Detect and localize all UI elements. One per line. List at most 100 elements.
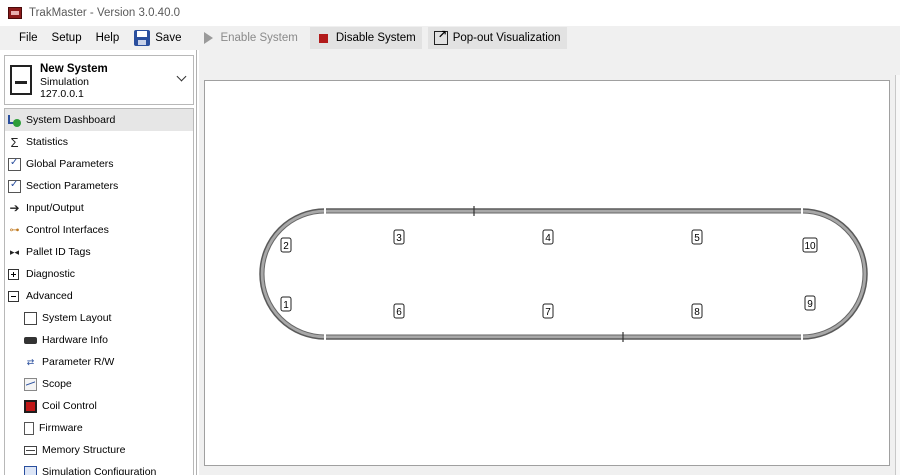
app-logo-icon bbox=[8, 7, 22, 19]
section-label-8[interactable]: 8 bbox=[691, 303, 703, 319]
section-label-2[interactable]: 2 bbox=[280, 237, 292, 253]
nav-item-label: Global Parameters bbox=[26, 158, 114, 170]
checkbox-icon bbox=[8, 157, 21, 171]
right-scroll-strip bbox=[895, 75, 900, 475]
nav-item-statistics[interactable]: Σ Statistics bbox=[5, 131, 193, 153]
track-outer-rail bbox=[260, 209, 867, 339]
sigma-icon: Σ bbox=[10, 134, 19, 150]
section-label-1[interactable]: 1 bbox=[280, 296, 292, 312]
section-label-9[interactable]: 9 bbox=[804, 295, 816, 311]
svg-text:2: 2 bbox=[283, 241, 289, 252]
svg-text:1: 1 bbox=[283, 300, 289, 311]
controller-icon bbox=[10, 65, 32, 95]
layout-icon bbox=[24, 311, 37, 325]
nav-item-parameter-rw[interactable]: ⇄ Parameter R/W bbox=[5, 351, 193, 373]
nav-item-label: Simulation Configuration bbox=[42, 466, 157, 475]
nav-item-scope[interactable]: Scope bbox=[5, 373, 193, 395]
svg-text:3: 3 bbox=[396, 233, 402, 244]
svg-text:4: 4 bbox=[545, 233, 551, 244]
svg-text:9: 9 bbox=[807, 299, 813, 310]
arrow-in-icon: ➔ bbox=[9, 201, 20, 215]
navigation-tree: System Dashboard Σ Statistics Global Par… bbox=[4, 108, 194, 475]
system-ip: 127.0.0.1 bbox=[40, 88, 84, 100]
save-icon bbox=[134, 30, 151, 46]
section-label-6[interactable]: 6 bbox=[393, 303, 405, 319]
track-outer-edge bbox=[259, 208, 868, 340]
section-label-3[interactable]: 3 bbox=[393, 229, 405, 245]
menu-setup[interactable]: Setup bbox=[45, 27, 89, 49]
nav-item-label: Control Interfaces bbox=[26, 224, 109, 236]
nav-item-global-parameters[interactable]: Global Parameters bbox=[5, 153, 193, 175]
system-mode: Simulation bbox=[40, 76, 90, 88]
nav-item-label: Coil Control bbox=[42, 400, 97, 412]
memory-icon bbox=[24, 445, 37, 455]
nav-item-label: Section Parameters bbox=[26, 180, 119, 192]
save-button[interactable]: Save bbox=[128, 27, 187, 49]
nav-item-input-output[interactable]: ➔ Input/Output bbox=[5, 197, 193, 219]
nav-item-label: Hardware Info bbox=[42, 334, 108, 346]
nav-item-label: System Dashboard bbox=[26, 114, 116, 126]
nav-item-pallet-id-tags[interactable]: ▸◂ Pallet ID Tags bbox=[5, 241, 193, 263]
plug-icon: ⊶ bbox=[9, 224, 20, 236]
popout-visualization-button[interactable]: Pop-out Visualization bbox=[427, 27, 567, 49]
main-panel: 1 2 3 4 5 6 7 8 9 10 bbox=[199, 50, 900, 475]
system-selector[interactable]: New System Simulation 127.0.0.1 bbox=[4, 55, 194, 105]
nav-item-advanced[interactable]: Advanced bbox=[5, 285, 193, 307]
nav-item-coil-control[interactable]: Coil Control bbox=[5, 395, 193, 417]
disable-system-label: Disable System bbox=[335, 32, 416, 44]
nav-item-label: Firmware bbox=[39, 422, 83, 434]
nav-item-diagnostic[interactable]: Diagnostic bbox=[5, 263, 193, 285]
play-icon bbox=[204, 32, 214, 44]
nav-item-system-layout[interactable]: System Layout bbox=[5, 307, 193, 329]
svg-text:10: 10 bbox=[804, 241, 816, 252]
chevron-down-icon[interactable] bbox=[176, 71, 188, 83]
section-label-7[interactable]: 7 bbox=[542, 303, 554, 319]
nav-item-label: Advanced bbox=[26, 290, 73, 302]
coil-icon bbox=[24, 399, 37, 413]
nav-item-section-parameters[interactable]: Section Parameters bbox=[5, 175, 193, 197]
nav-item-label: Input/Output bbox=[26, 202, 84, 214]
enable-system-label: Enable System bbox=[220, 32, 298, 44]
popout-visualization-label: Pop-out Visualization bbox=[452, 32, 561, 44]
svg-text:6: 6 bbox=[396, 307, 402, 318]
svg-text:5: 5 bbox=[694, 233, 700, 244]
track-diagram: 1 2 3 4 5 6 7 8 9 10 bbox=[251, 206, 876, 342]
section-label-5[interactable]: 5 bbox=[691, 229, 703, 245]
nav-item-label: Scope bbox=[42, 378, 72, 390]
section-label-10[interactable]: 10 bbox=[802, 237, 818, 253]
nav-item-label: Memory Structure bbox=[42, 444, 126, 456]
document-icon bbox=[24, 421, 34, 435]
menu-help[interactable]: Help bbox=[89, 27, 127, 49]
checkbox-icon bbox=[8, 179, 21, 193]
stop-icon bbox=[318, 33, 328, 43]
enable-system-button[interactable]: Enable System bbox=[195, 27, 303, 49]
read-write-icon: ⇄ bbox=[26, 356, 35, 367]
tag-icon: ▸◂ bbox=[9, 246, 20, 257]
section-label-4[interactable]: 4 bbox=[542, 229, 554, 245]
hardware-icon bbox=[24, 336, 37, 344]
nav-item-label: Pallet ID Tags bbox=[26, 246, 91, 258]
nav-item-control-interfaces[interactable]: ⊶ Control Interfaces bbox=[5, 219, 193, 241]
nav-item-hardware-info[interactable]: Hardware Info bbox=[5, 329, 193, 351]
nav-item-label: Diagnostic bbox=[26, 268, 76, 280]
menu-bar: File Setup Help Save Enable System Disab… bbox=[0, 26, 900, 50]
nav-item-system-dashboard[interactable]: System Dashboard bbox=[5, 109, 193, 131]
expand-plus-icon[interactable] bbox=[8, 268, 19, 280]
window-title: TrakMaster - Version 3.0.40.0 bbox=[29, 7, 181, 19]
nav-item-label: Statistics bbox=[26, 136, 69, 148]
svg-text:8: 8 bbox=[694, 307, 700, 318]
nav-item-label: System Layout bbox=[42, 312, 112, 324]
track-inner-edge bbox=[263, 212, 864, 336]
nav-item-firmware[interactable]: Firmware bbox=[5, 417, 193, 439]
scope-icon bbox=[24, 377, 37, 391]
nav-item-simulation-configuration[interactable]: Simulation Configuration bbox=[5, 461, 193, 475]
collapse-minus-icon[interactable] bbox=[8, 290, 19, 302]
simulation-icon bbox=[24, 465, 37, 475]
nav-item-memory-structure[interactable]: Memory Structure bbox=[5, 439, 193, 461]
popout-icon bbox=[433, 28, 448, 45]
svg-text:7: 7 bbox=[545, 307, 551, 318]
menu-file[interactable]: File bbox=[12, 27, 45, 49]
disable-system-button[interactable]: Disable System bbox=[309, 27, 422, 49]
track-visualization[interactable]: 1 2 3 4 5 6 7 8 9 10 bbox=[204, 80, 890, 466]
nav-item-label: Parameter R/W bbox=[42, 356, 115, 368]
